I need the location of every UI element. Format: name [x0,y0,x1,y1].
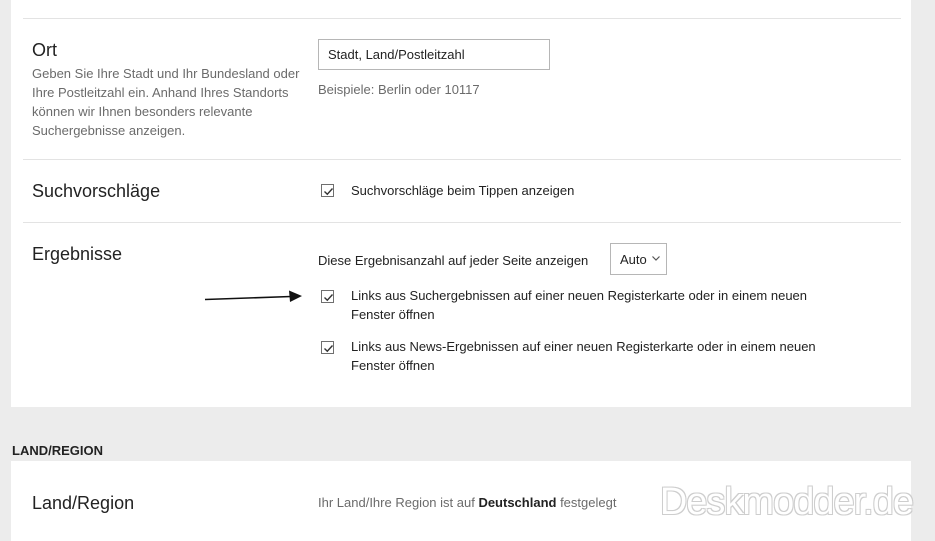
location-hint: Beispiele: Berlin oder 10117 [318,82,480,97]
results-title: Ergebnisse [32,244,123,264]
region-section-heading: LAND/REGION [12,443,103,458]
region-status-suffix: festgelegt [556,495,617,510]
suggestions-label: Suchvorschläge beim Tippen anzeigen [351,183,575,198]
news-new-tab-checkbox[interactable] [321,341,334,354]
divider [23,18,901,19]
results-count-select[interactable]: Auto [610,243,667,275]
checkmark-icon [324,188,334,196]
divider [23,222,901,223]
new-tab-label: Links aus Suchergebnissen auf einer neue… [351,288,808,322]
news-new-tab-label: Links aus News-Ergebnissen auf einer neu… [351,339,816,373]
location-description: Geben Sie Ihre Stadt und Ihr Bundesland … [32,66,300,138]
region-title: Land/Region [32,493,135,513]
chevron-down-icon [652,256,660,261]
region-country: Deutschland [478,495,557,510]
suggestions-title: Suchvorschläge [32,181,161,201]
checkmark-icon [324,294,334,302]
watermark: Deskmodder.de [659,481,914,523]
suggestions-checkbox[interactable] [321,184,334,197]
divider [23,159,901,160]
results-count-value: Auto [620,252,647,267]
region-status-prefix: Ihr Land/Ihre Region ist auf [318,495,479,510]
region-status: Ihr Land/Ihre Region ist auf Deutschland… [318,495,616,510]
arrow-annotation [204,290,302,302]
location-input[interactable] [318,39,550,70]
checkmark-icon [324,345,334,353]
results-count-label: Diese Ergebnisanzahl auf jeder Seite anz… [318,253,589,268]
new-tab-checkbox[interactable] [321,290,334,303]
location-title: Ort [32,40,57,60]
